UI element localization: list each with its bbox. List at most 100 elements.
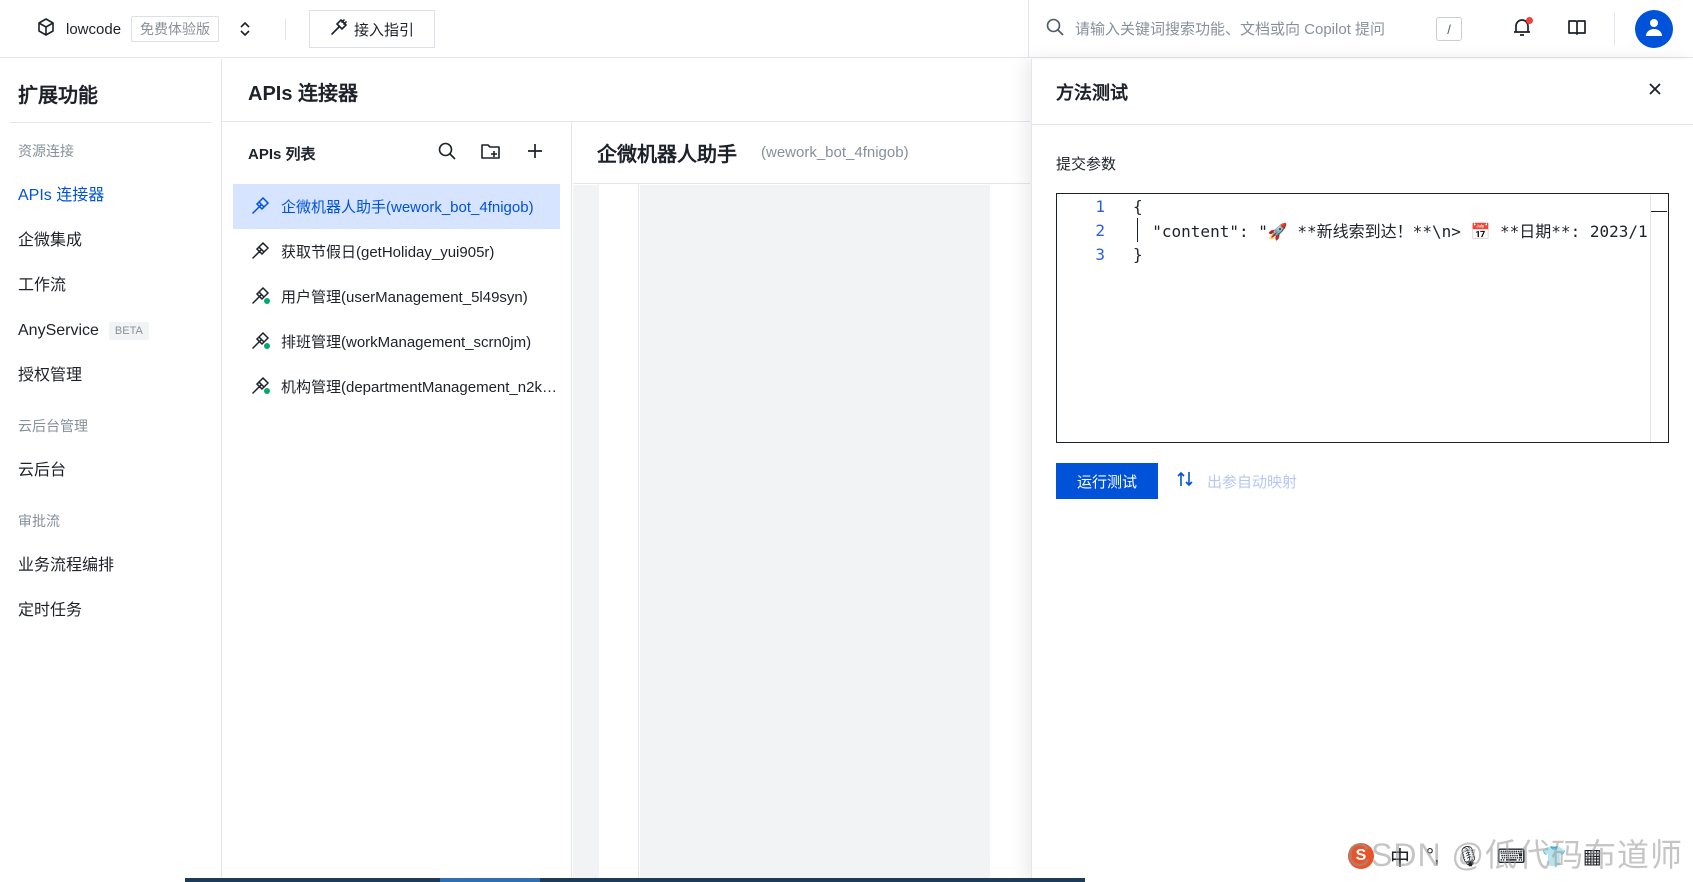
sidebar: 扩展功能 资源连接 APIs 连接器 企微集成 工作流 AnyService BE… <box>0 59 222 882</box>
api-item-label: 用户管理(userManagement_5l49syn) <box>281 289 528 306</box>
line-number: 1 <box>1095 196 1105 216</box>
sidebar-item-label: 云后台 <box>18 462 67 479</box>
beta-badge: BETA <box>108 321 149 340</box>
sidebar-item-wework-integration[interactable]: 企微集成 <box>0 218 221 263</box>
edition-badge: 免费体验版 <box>131 16 220 42</box>
notifications-button[interactable] <box>1494 0 1549 58</box>
sidebar-item-workflow[interactable]: 工作流 <box>0 263 221 308</box>
app-switcher[interactable]: lowcode 免费体验版 <box>36 16 255 42</box>
link-check-icon <box>251 285 271 309</box>
swap-icon <box>1175 469 1195 493</box>
link-icon <box>251 195 271 219</box>
sidebar-item-label: APIs 连接器 <box>18 187 105 204</box>
divider <box>285 18 286 40</box>
add-api-button[interactable] <box>513 137 557 169</box>
chevron-up-down-icon[interactable] <box>235 19 255 39</box>
bottom-progress-bar <box>185 878 1085 882</box>
sidebar-group-approval: 审批流 <box>18 513 60 529</box>
api-detail-title: 企微机器人助手 <box>597 144 737 166</box>
api-list-panel: APIs 列表 企微机器人助手(wework_bot_4fnigob) 获取节假… <box>222 122 572 882</box>
app-name: lowcode <box>66 20 122 38</box>
api-detail-id: (wework_bot_4fnigob) <box>761 144 909 161</box>
top-bar: lowcode 免费体验版 接入指引 / <box>0 0 1693 58</box>
api-item-label: 企微机器人助手(wework_bot_4fnigob) <box>281 199 534 216</box>
sidebar-item-label: AnyService <box>18 322 99 339</box>
sidebar-item-label: 企微集成 <box>18 232 83 249</box>
new-folder-button[interactable] <box>469 137 513 169</box>
guide-label: 接入指引 <box>354 21 415 39</box>
sidebar-item-label: 业务流程编排 <box>18 557 115 574</box>
page-title: APIs 连接器 <box>248 83 359 105</box>
watermark: CSDN @低代码布道师 <box>1346 837 1683 873</box>
auto-map-output-link[interactable]: 出参自动映射 <box>1175 463 1297 499</box>
link-check-icon <box>251 330 271 354</box>
sidebar-item-label: 工作流 <box>18 277 67 294</box>
api-item-user-management[interactable]: 用户管理(userManagement_5l49syn) <box>233 274 560 319</box>
api-detail-header: 企微机器人助手 (wework_bot_4fnigob) <box>573 122 1030 184</box>
sidebar-item-cloud-backend[interactable]: 云后台 <box>0 448 221 493</box>
sidebar-group-resource: 资源连接 <box>18 143 74 159</box>
shortcut-key: / <box>1436 17 1462 41</box>
sidebar-item-label: 定时任务 <box>18 602 83 619</box>
page-header: APIs 连接器 <box>222 59 1030 122</box>
divider <box>10 122 211 123</box>
line-number: 2 <box>1095 220 1105 240</box>
plug-icon <box>330 18 348 40</box>
editor-scrollbar[interactable] <box>1650 194 1668 442</box>
docs-button[interactable] <box>1549 0 1604 58</box>
cube-icon <box>36 17 56 42</box>
sidebar-item-label: 授权管理 <box>18 367 83 384</box>
api-item-label: 获取节假日(getHoliday_yui905r) <box>281 244 495 261</box>
search-api-button[interactable] <box>425 137 469 169</box>
plus-icon <box>526 142 544 165</box>
code-text: { <box>1133 196 1143 216</box>
api-item-wework-bot[interactable]: 企微机器人助手(wework_bot_4fnigob) <box>233 184 560 229</box>
close-button[interactable] <box>1641 78 1669 106</box>
sidebar-item-auth-management[interactable]: 授权管理 <box>0 353 221 398</box>
user-icon <box>1643 16 1665 43</box>
detail-card <box>599 185 639 882</box>
code-text: "content": "🚀 **新线索到达！**\n> 📅 **日期**: 20… <box>1133 222 1648 241</box>
book-icon <box>1566 16 1588 43</box>
run-test-button[interactable]: 运行测试 <box>1056 463 1158 499</box>
folder-add-icon <box>480 141 502 166</box>
code-line: 1{ <box>1057 194 1668 218</box>
auto-map-label: 出参自动映射 <box>1207 473 1298 491</box>
indent-guide <box>1137 218 1138 242</box>
sidebar-item-scheduled-tasks[interactable]: 定时任务 <box>0 588 221 633</box>
detail-background <box>573 185 599 882</box>
api-item-department-management[interactable]: 机构管理(departmentManagement_n2kt… <box>233 364 560 409</box>
detail-content-area <box>640 185 990 882</box>
code-line: 2 "content": "🚀 **新线索到达！**\n> 📅 **日期**: … <box>1057 218 1668 242</box>
api-item-label: 排班管理(workManagement_scrn0jm) <box>281 334 532 351</box>
sidebar-title: 扩展功能 <box>18 85 98 107</box>
code-line: 3} <box>1057 242 1668 266</box>
sidebar-group-cloud-admin: 云后台管理 <box>18 418 88 434</box>
notification-dot <box>1526 17 1533 24</box>
avatar[interactable] <box>1635 10 1673 48</box>
search-icon <box>437 141 457 166</box>
search-input[interactable] <box>1075 20 1435 38</box>
method-test-drawer: 方法测试 提交参数 1{ 2 "content": "🚀 **新线索到达！**\… <box>1031 59 1693 882</box>
divider <box>1614 12 1615 46</box>
integration-guide-button[interactable]: 接入指引 <box>309 10 436 48</box>
sidebar-item-apis-connector[interactable]: APIs 连接器 <box>0 173 221 218</box>
global-search: / <box>1028 0 1468 58</box>
link-icon <box>251 240 271 264</box>
drawer-title: 方法测试 <box>1056 82 1128 103</box>
param-code-editor[interactable]: 1{ 2 "content": "🚀 **新线索到达！**\n> 📅 **日期*… <box>1056 193 1669 443</box>
search-icon <box>1045 17 1065 42</box>
code-text: } <box>1133 244 1143 264</box>
api-item-label: 机构管理(departmentManagement_n2kt… <box>281 379 560 396</box>
close-icon <box>1648 82 1662 101</box>
link-check-icon <box>251 375 271 399</box>
sidebar-item-anyservice[interactable]: AnyService BETA <box>0 308 221 353</box>
scrollbar-thumb[interactable] <box>1651 194 1667 212</box>
sidebar-item-process-orchestration[interactable]: 业务流程编排 <box>0 543 221 588</box>
api-item-get-holiday[interactable]: 获取节假日(getHoliday_yui905r) <box>233 229 560 274</box>
api-item-work-management[interactable]: 排班管理(workManagement_scrn0jm) <box>233 319 560 364</box>
bottom-progress-highlight <box>440 878 540 882</box>
api-list-title: APIs 列表 <box>248 145 316 163</box>
param-label: 提交参数 <box>1056 156 1117 173</box>
line-number: 3 <box>1095 244 1105 264</box>
